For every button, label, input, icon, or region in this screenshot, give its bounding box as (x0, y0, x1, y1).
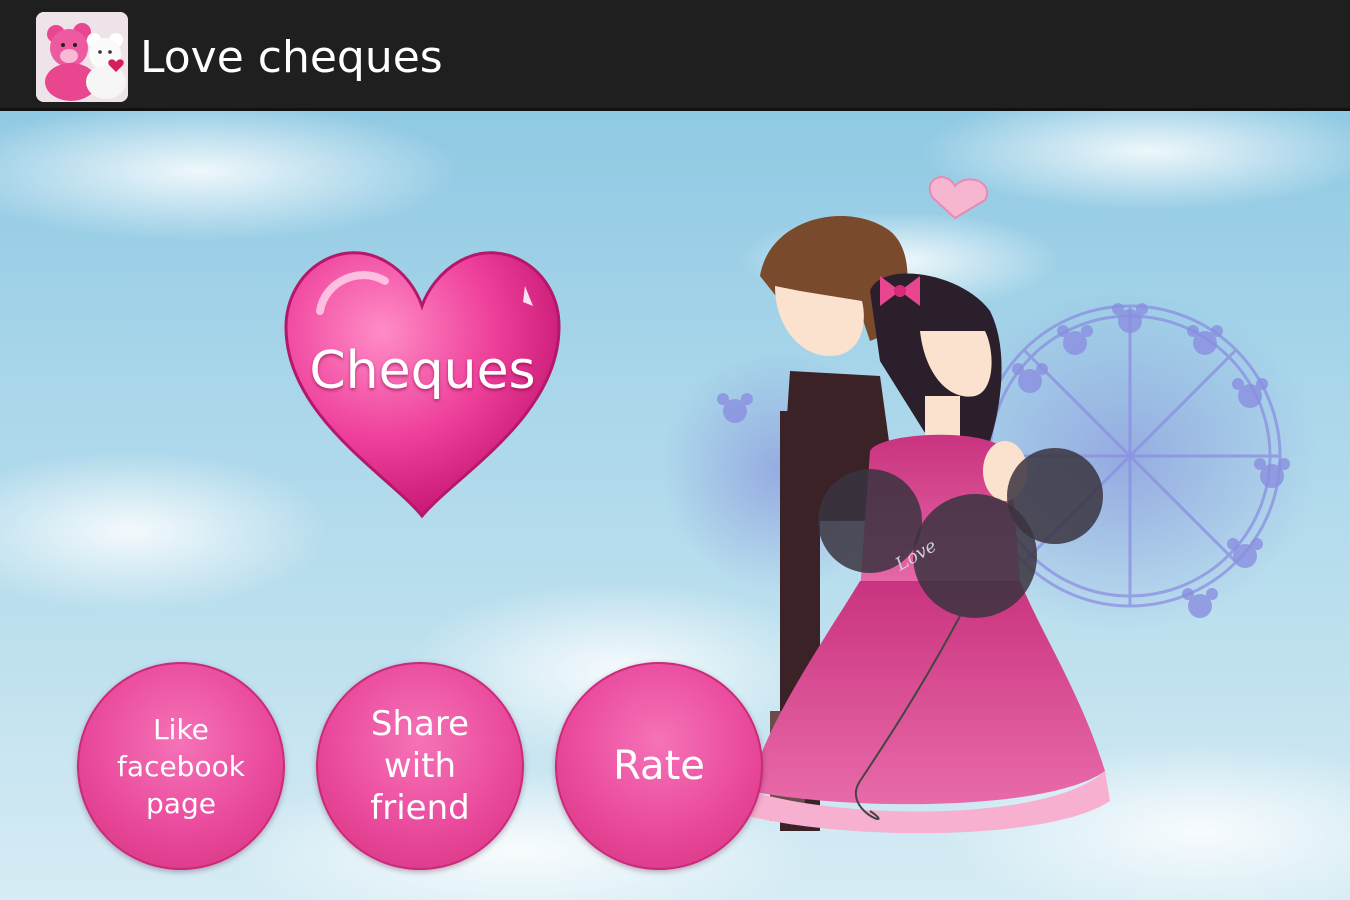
cheques-label: Cheques (309, 341, 536, 401)
app-title: Love cheques (140, 32, 443, 83)
like-label-line-3: page (146, 786, 216, 820)
action-bar: Love cheques (0, 0, 1350, 111)
cheques-heart-button[interactable]: Cheques (280, 241, 565, 526)
main-content: Love Cheques Like facebook page Share wi… (0, 111, 1350, 900)
like-facebook-page-button[interactable]: Like facebook page (77, 662, 285, 870)
app-icon[interactable] (36, 12, 128, 102)
like-label-line-2: facebook (117, 749, 245, 783)
rate-button[interactable]: Rate (555, 662, 763, 870)
share-label-line-1: Share (370, 704, 470, 744)
share-label-line-3: friend (370, 788, 470, 828)
like-label-line-1: Like (153, 712, 209, 746)
rate-label: Rate (613, 743, 705, 789)
share-with-friend-button[interactable]: Share with friend (316, 662, 524, 870)
app-screen: Love cheques Love Cheques Like facebook … (0, 0, 1350, 900)
share-label-line-2: with (383, 746, 457, 786)
